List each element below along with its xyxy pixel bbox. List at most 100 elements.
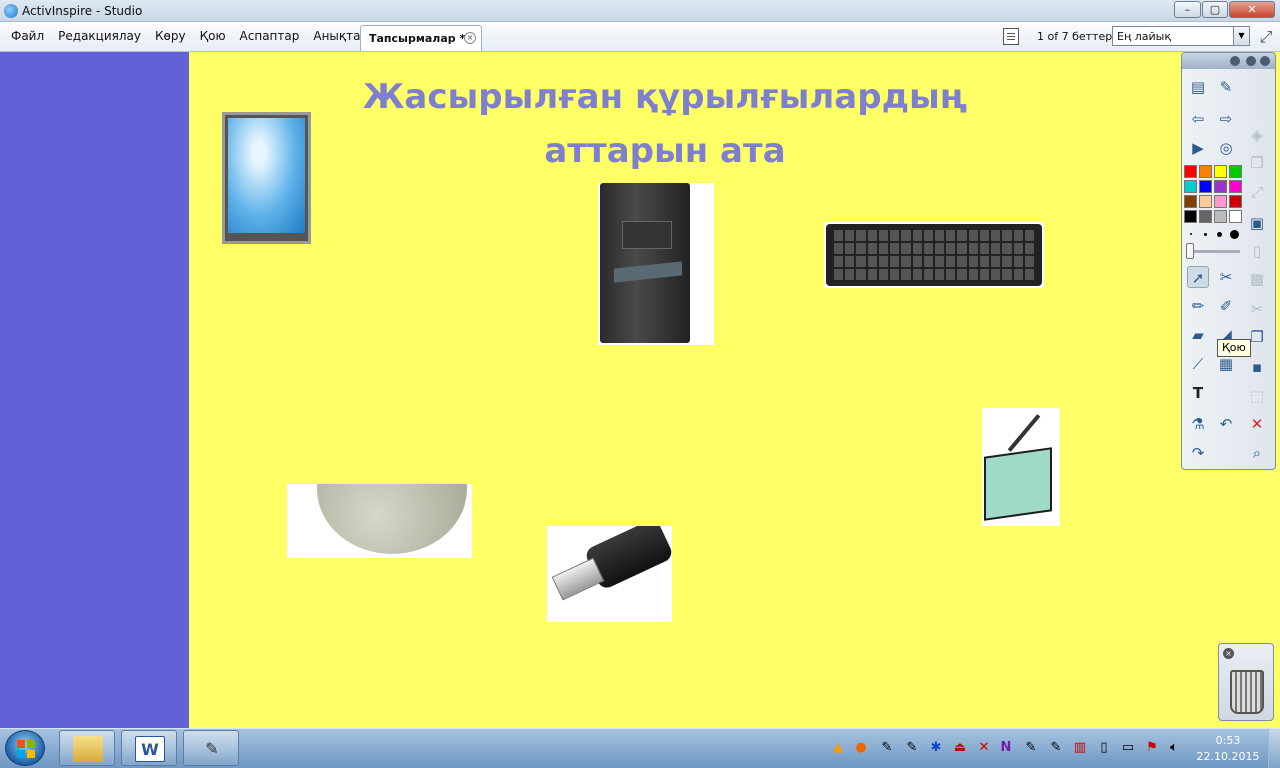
tray-network-warning-icon[interactable]: ▥ <box>1072 740 1088 756</box>
minimize-button[interactable]: – <box>1174 1 1201 18</box>
tray-monitor-icon[interactable]: ▭ <box>1120 740 1136 756</box>
tray-pen4-icon[interactable]: ✎ <box>1048 740 1064 756</box>
select-cursor-icon[interactable]: ➚ <box>1187 266 1209 288</box>
maximize-button[interactable]: ▢ <box>1202 1 1228 18</box>
duplicate-icon[interactable]: ❐ <box>1246 152 1268 174</box>
chevron-down-icon[interactable]: ▼ <box>1233 27 1249 45</box>
palette-swatch[interactable] <box>1229 210 1242 223</box>
trash-panel: × <box>1218 643 1274 721</box>
tools-icon[interactable]: ✂ <box>1215 266 1237 288</box>
taskbar-activinspire[interactable]: ✎ <box>183 730 239 766</box>
pen-icon[interactable]: ✏ <box>1187 295 1209 317</box>
palette-swatch[interactable] <box>1229 165 1242 178</box>
tray-antivirus-icon[interactable]: ● <box>853 740 869 756</box>
toolbox-dock-icon[interactable] <box>1230 56 1240 66</box>
palette-swatch[interactable] <box>1214 195 1227 208</box>
tray-flag-icon[interactable]: ⚑ <box>1144 740 1160 756</box>
taskbar-word[interactable]: W <box>121 730 177 766</box>
close-button[interactable]: ✕ <box>1229 1 1275 18</box>
highlighter-icon[interactable]: ✐ <box>1215 295 1237 317</box>
tab-close-icon[interactable]: × <box>464 32 476 44</box>
palette-swatch[interactable] <box>1184 165 1197 178</box>
usb-flash-drive-image[interactable] <box>547 526 672 622</box>
eraser-icon[interactable]: ▰ <box>1187 324 1209 346</box>
close-icon[interactable]: × <box>1223 648 1234 659</box>
tray-volume-icon[interactable]: 🔈︎ <box>1166 740 1182 756</box>
toolbox-close-icon[interactable] <box>1260 56 1270 66</box>
menu-insert[interactable]: Қою <box>193 28 233 44</box>
expand-icon[interactable]: ⤢ <box>1246 181 1268 203</box>
play-icon[interactable]: ▶ <box>1187 137 1209 159</box>
palette-swatch[interactable] <box>1184 195 1197 208</box>
zoom-select[interactable]: Ең лайық ▼ <box>1112 26 1250 46</box>
pen-width-2[interactable] <box>1204 233 1207 236</box>
trash-can-icon[interactable] <box>1230 670 1264 714</box>
tray-device-icon[interactable]: ▯ <box>1096 740 1112 756</box>
flipchart-icon[interactable]: ▤ <box>1187 76 1209 98</box>
marquee-icon[interactable]: ⬚ <box>1246 385 1268 407</box>
menu-view[interactable]: Көру <box>148 28 193 44</box>
clock-time[interactable]: 0:53 <box>1206 734 1250 747</box>
page-icon[interactable]: ▯ <box>1246 240 1268 262</box>
palette-swatch[interactable] <box>1199 180 1212 193</box>
tray-onenote-icon[interactable]: N <box>998 740 1014 756</box>
slide-title-line2: аттарын ата <box>544 131 786 171</box>
toolbox-header[interactable] <box>1182 53 1275 69</box>
layers-icon[interactable]: ◈ <box>1246 124 1268 146</box>
palette-swatch[interactable] <box>1184 210 1197 223</box>
taskbar-explorer[interactable] <box>59 730 115 766</box>
tray-bluetooth-icon[interactable]: ✱ <box>928 740 944 756</box>
palette-swatch[interactable] <box>1184 180 1197 193</box>
palette-swatch[interactable] <box>1214 180 1227 193</box>
palette-swatch[interactable] <box>1229 180 1242 193</box>
browser-icon[interactable]: ◎ <box>1215 137 1237 159</box>
palette-swatch[interactable] <box>1214 165 1227 178</box>
delete-icon[interactable]: ✕ <box>1246 413 1268 435</box>
mouse-image[interactable] <box>287 484 472 558</box>
tray-pen3-icon[interactable]: ✎ <box>1023 740 1039 756</box>
text-tool-icon[interactable]: T <box>1187 382 1209 404</box>
page-browser-icon[interactable] <box>1003 28 1019 45</box>
keyboard-image[interactable] <box>824 222 1044 288</box>
pen-width-4[interactable] <box>1230 230 1239 239</box>
tray-close-icon[interactable]: ✕ <box>976 740 992 756</box>
previous-page-icon[interactable]: ⇦ <box>1187 108 1209 130</box>
save-icon[interactable]: ▪ <box>1246 356 1268 378</box>
menu-tools[interactable]: Аспаптар <box>233 28 307 44</box>
redo-icon[interactable]: ↷ <box>1187 442 1209 464</box>
fullscreen-icon[interactable]: ⤢ <box>1256 28 1276 46</box>
next-page-icon[interactable]: ⇨ <box>1215 108 1237 130</box>
undo-icon[interactable]: ↶ <box>1215 413 1237 435</box>
monitor-image[interactable] <box>222 112 311 244</box>
tray-pen-icon[interactable]: ✎ <box>879 740 895 756</box>
pen-width-1[interactable] <box>1190 233 1192 235</box>
tray-pen2-icon[interactable]: ✎ <box>904 740 920 756</box>
printer-image[interactable] <box>982 408 1060 526</box>
palette-swatch[interactable] <box>1214 210 1227 223</box>
tray-update-icon[interactable]: ▲ <box>830 740 846 756</box>
palette-swatch[interactable] <box>1199 165 1212 178</box>
toolbox-collapse-icon[interactable] <box>1246 56 1256 66</box>
pen-width-3[interactable] <box>1217 232 1222 237</box>
show-desktop-button[interactable] <box>1268 729 1280 768</box>
clock-date[interactable]: 22.10.2015 <box>1196 750 1260 763</box>
tray-safely-remove-icon[interactable]: ⏏ <box>952 740 968 756</box>
scissors-icon[interactable]: ✂ <box>1246 298 1268 320</box>
system-unit-image[interactable] <box>598 183 714 345</box>
clear-icon[interactable]: ✎ <box>1215 76 1237 98</box>
page-zoom-icon[interactable]: ⌕ <box>1246 442 1268 464</box>
menu-file[interactable]: Файл <box>4 28 51 44</box>
start-button[interactable] <box>5 730 45 766</box>
palette-swatch[interactable] <box>1199 195 1212 208</box>
menu-edit[interactable]: Редакциялау <box>51 28 148 44</box>
palette-swatch[interactable] <box>1229 195 1242 208</box>
pen-width-slider[interactable] <box>1188 250 1240 253</box>
connector-icon[interactable]: ⟋ <box>1187 353 1209 375</box>
flipchart-tab[interactable]: Тапсырмалар * × <box>360 25 482 51</box>
group-icon[interactable]: ▩ <box>1246 268 1268 290</box>
pen-width-slider-thumb[interactable] <box>1186 243 1194 259</box>
magic-ink-icon[interactable]: ⚗ <box>1187 413 1209 435</box>
flipchart-tab-label: Тапсырмалар * <box>369 32 466 45</box>
palette-swatch[interactable] <box>1199 210 1212 223</box>
camera-icon[interactable]: ▣ <box>1246 212 1268 234</box>
